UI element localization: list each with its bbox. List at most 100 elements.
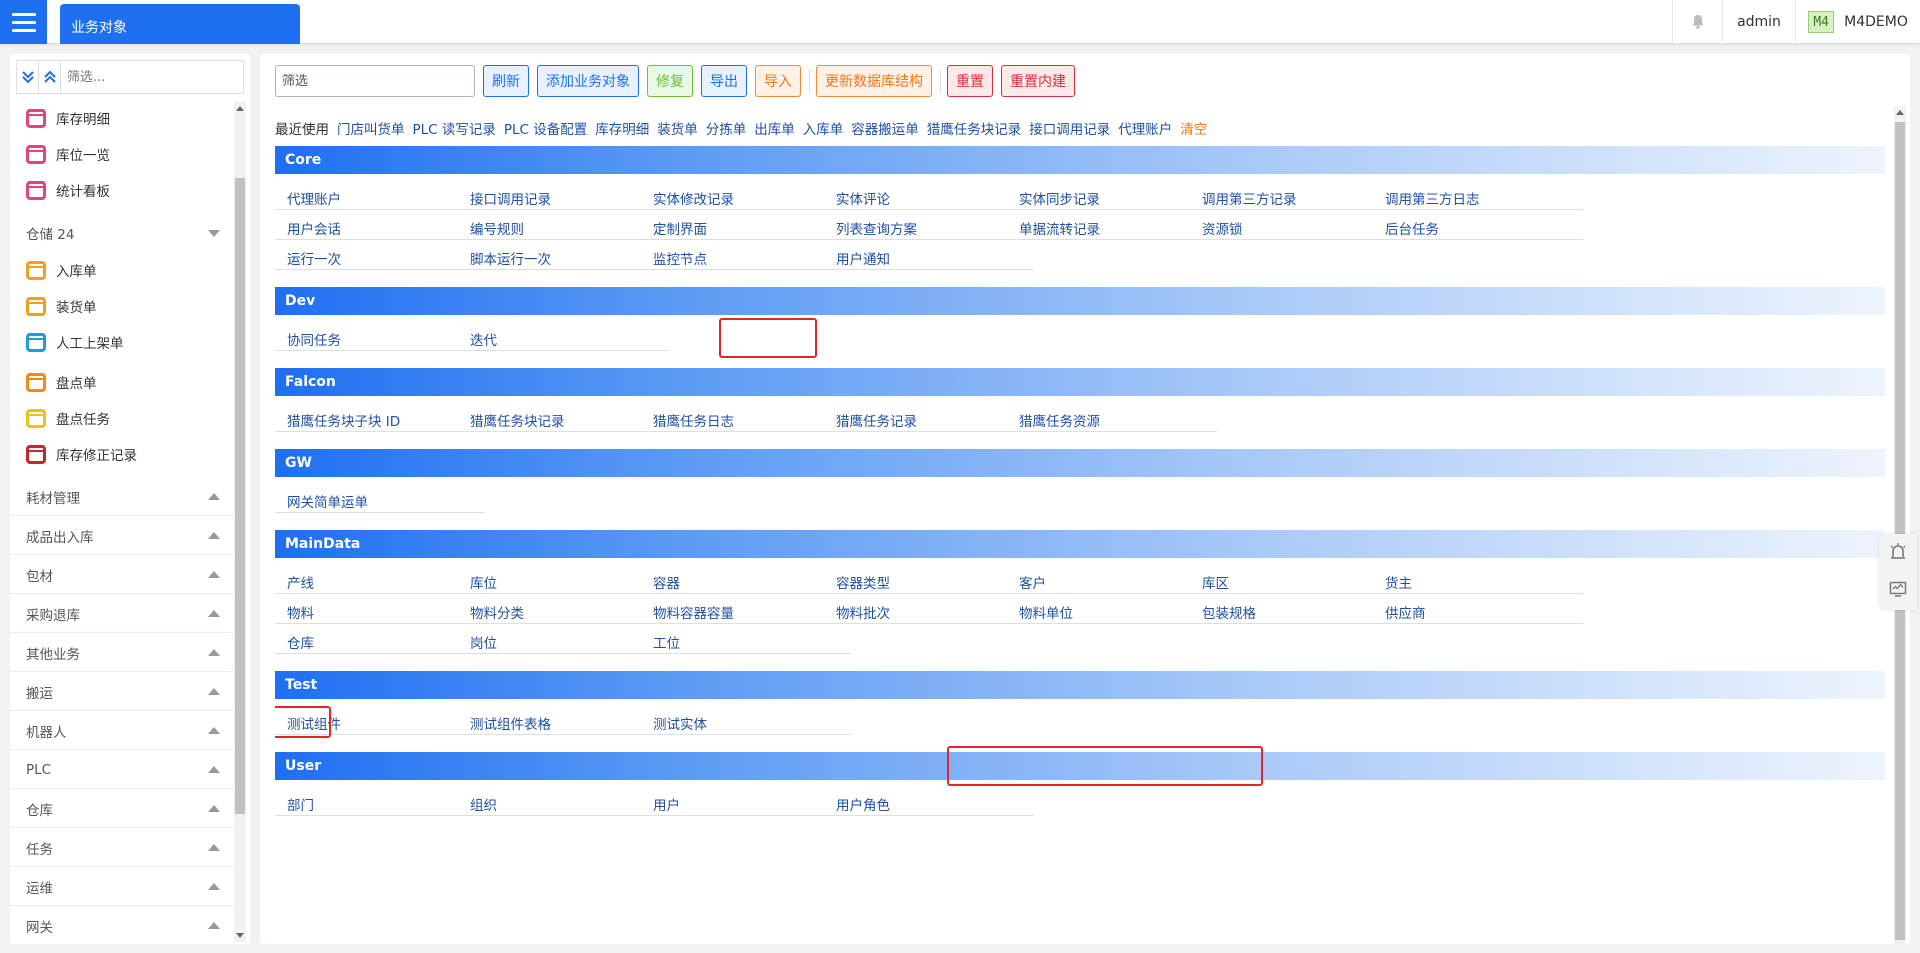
sidebar-group-warehouse[interactable]: 仓储 24 bbox=[10, 214, 234, 252]
entity-link[interactable]: 产线 bbox=[275, 568, 485, 594]
entity-link[interactable]: 容器类型 bbox=[824, 568, 1034, 594]
sidebar-item[interactable]: 统计看板 bbox=[10, 172, 234, 208]
recent-link[interactable]: 入库单 bbox=[803, 118, 844, 138]
entity-link[interactable]: 调用第三方记录 bbox=[1190, 184, 1400, 210]
entity-link[interactable]: 猎鹰任务记录 bbox=[824, 406, 1034, 432]
sidebar-scroll-thumb[interactable] bbox=[235, 178, 245, 814]
sidebar-group[interactable]: 其他业务 bbox=[10, 634, 234, 672]
entity-link[interactable]: 列表查询方案 bbox=[824, 214, 1034, 240]
sidebar-group[interactable]: PLC bbox=[10, 751, 234, 789]
entity-link[interactable]: 猎鹰任务块记录 bbox=[458, 406, 668, 432]
sidebar-item[interactable]: 入库单 bbox=[10, 252, 234, 288]
recent-link[interactable]: 代理账户 bbox=[1118, 118, 1172, 138]
clear-recent-link[interactable]: 清空 bbox=[1180, 118, 1207, 138]
entity-link[interactable]: 物料 bbox=[275, 598, 485, 624]
sidebar-filter-input[interactable] bbox=[61, 61, 243, 93]
export-button[interactable]: 导出 bbox=[701, 65, 747, 97]
reset-builtin-button[interactable]: 重置内建 bbox=[1001, 65, 1075, 97]
entity-link[interactable]: 编号规则 bbox=[458, 214, 668, 240]
scroll-up-icon[interactable] bbox=[236, 106, 244, 111]
recent-link[interactable]: 装货单 bbox=[657, 118, 698, 138]
entity-link[interactable]: 代理账户 bbox=[275, 184, 485, 210]
entity-link[interactable]: 客户 bbox=[1007, 568, 1217, 594]
recent-link[interactable]: 门店叫货单 bbox=[337, 118, 405, 138]
entity-link[interactable]: 单据流转记录 bbox=[1007, 214, 1217, 240]
entity-link[interactable]: 物料单位 bbox=[1007, 598, 1217, 624]
entity-link[interactable]: 测试实体 bbox=[641, 709, 851, 735]
recent-link[interactable]: PLC 设备配置 bbox=[504, 118, 587, 138]
sidebar-item[interactable]: 盘点单 bbox=[10, 364, 234, 400]
entity-link[interactable]: 物料分类 bbox=[458, 598, 668, 624]
entity-link[interactable]: 测试组件 bbox=[275, 709, 485, 735]
sidebar-group[interactable]: 运维 bbox=[10, 868, 234, 906]
recent-link[interactable]: PLC 读写记录 bbox=[413, 118, 496, 138]
entity-link[interactable]: 用户 bbox=[641, 790, 851, 816]
recent-link[interactable]: 库存明细 bbox=[595, 118, 649, 138]
entity-link[interactable]: 协同任务 bbox=[275, 325, 485, 351]
tab-business-objects[interactable]: 业务对象 bbox=[60, 4, 300, 44]
entity-link[interactable]: 脚本运行一次 bbox=[458, 244, 668, 270]
refresh-button[interactable]: 刷新 bbox=[483, 65, 529, 97]
entity-link[interactable]: 部门 bbox=[275, 790, 485, 816]
entity-link[interactable]: 运行一次 bbox=[275, 244, 485, 270]
entity-link[interactable]: 工位 bbox=[641, 628, 851, 654]
entity-link[interactable]: 用户通知 bbox=[824, 244, 1034, 270]
sidebar-group[interactable]: 机器人 bbox=[10, 712, 234, 750]
entity-link[interactable]: 测试组件表格 bbox=[458, 709, 668, 735]
entity-link[interactable]: 岗位 bbox=[458, 628, 668, 654]
sidebar-group[interactable]: 采购退库 bbox=[10, 595, 234, 633]
entity-link[interactable]: 组织 bbox=[458, 790, 668, 816]
recent-link[interactable]: 分拣单 bbox=[706, 118, 747, 138]
entity-link[interactable]: 接口调用记录 bbox=[458, 184, 668, 210]
alarm-light-icon[interactable] bbox=[1888, 541, 1908, 565]
entity-link[interactable]: 库区 bbox=[1190, 568, 1400, 594]
entity-link[interactable]: 容器 bbox=[641, 568, 851, 594]
entity-link[interactable]: 资源锁 bbox=[1190, 214, 1400, 240]
scroll-down-icon[interactable] bbox=[236, 933, 244, 938]
entity-link[interactable]: 实体同步记录 bbox=[1007, 184, 1217, 210]
reset-button[interactable]: 重置 bbox=[947, 65, 993, 97]
entity-link[interactable]: 物料容器容量 bbox=[641, 598, 851, 624]
entity-link[interactable]: 实体修改记录 bbox=[641, 184, 851, 210]
entity-link[interactable]: 实体评论 bbox=[824, 184, 1034, 210]
sidebar-item[interactable]: 库存明细 bbox=[10, 100, 234, 136]
tenant-switcher[interactable]: M4 M4DEMO bbox=[1795, 0, 1920, 44]
import-button[interactable]: 导入 bbox=[755, 65, 801, 97]
entity-link[interactable]: 用户会话 bbox=[275, 214, 485, 240]
recent-link[interactable]: 容器搬运单 bbox=[851, 118, 919, 138]
entity-link[interactable]: 监控节点 bbox=[641, 244, 851, 270]
entity-link[interactable]: 仓库 bbox=[275, 628, 485, 654]
entity-link[interactable]: 网关简单运单 bbox=[275, 487, 485, 513]
entity-link[interactable]: 猎鹰任务块子块 ID bbox=[275, 406, 485, 432]
sidebar-group[interactable]: 网关 bbox=[10, 907, 234, 942]
entity-link[interactable]: 猎鹰任务资源 bbox=[1007, 406, 1217, 432]
recent-link[interactable]: 猎鹰任务块记录 bbox=[927, 118, 1022, 138]
entity-link[interactable]: 用户角色 bbox=[824, 790, 1034, 816]
entity-link[interactable]: 调用第三方日志 bbox=[1373, 184, 1583, 210]
update-db-schema-button[interactable]: 更新数据库结构 bbox=[816, 65, 932, 97]
bell-icon[interactable] bbox=[1672, 0, 1722, 44]
entity-link[interactable]: 物料批次 bbox=[824, 598, 1034, 624]
main-scroll-thumb[interactable] bbox=[1895, 122, 1905, 940]
entity-link[interactable]: 库位 bbox=[458, 568, 668, 594]
entity-link[interactable]: 定制界面 bbox=[641, 214, 851, 240]
sidebar-item[interactable]: 库存修正记录 bbox=[10, 436, 234, 472]
entity-link[interactable]: 包装规格 bbox=[1190, 598, 1400, 624]
entity-link[interactable]: 猎鹰任务日志 bbox=[641, 406, 851, 432]
sidebar-item[interactable]: 装货单 bbox=[10, 288, 234, 324]
collapse-all-icon[interactable] bbox=[39, 61, 61, 93]
sidebar-group[interactable]: 搬运 bbox=[10, 673, 234, 711]
add-business-object-button[interactable]: 添加业务对象 bbox=[537, 65, 639, 97]
entity-link[interactable]: 供应商 bbox=[1373, 598, 1583, 624]
filter-input[interactable] bbox=[275, 65, 475, 97]
main-scrollbar[interactable] bbox=[1894, 106, 1906, 944]
sidebar-group[interactable]: 成品出入库 bbox=[10, 517, 234, 555]
sidebar-group[interactable]: 仓库 bbox=[10, 790, 234, 828]
sidebar-item[interactable]: 库位一览 bbox=[10, 136, 234, 172]
monitor-chart-icon[interactable] bbox=[1888, 579, 1908, 603]
sidebar-scrollbar[interactable] bbox=[234, 102, 246, 942]
expand-all-icon[interactable] bbox=[17, 61, 39, 93]
hamburger-menu-icon[interactable] bbox=[0, 0, 47, 44]
sidebar-group[interactable]: 耗材管理 bbox=[10, 478, 234, 516]
repair-button[interactable]: 修复 bbox=[647, 65, 693, 97]
